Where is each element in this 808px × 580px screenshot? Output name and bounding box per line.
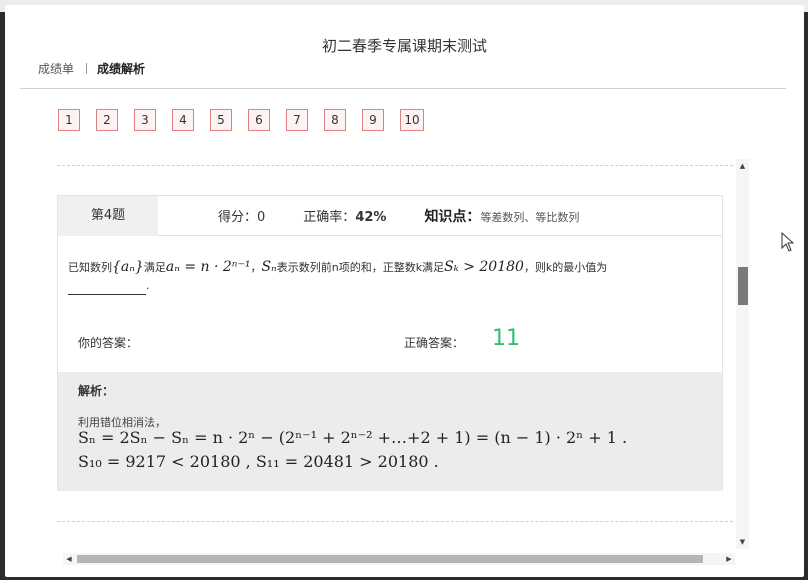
tab-divider [86, 63, 88, 74]
mouse-cursor-icon [781, 232, 795, 252]
dashed-divider-top [57, 165, 733, 166]
accuracy-info: 正确率：42% [303, 206, 386, 225]
analysis-equation-1: Sₙ = 2Sₙ − Sₙ = n · 2ⁿ − (2ⁿ⁻¹ + 2ⁿ⁻² +…… [78, 428, 628, 447]
scroll-up-icon[interactable]: ▲ [736, 159, 749, 173]
horizontal-scroll-thumb[interactable] [77, 555, 703, 563]
question-stem: 已知数列{aₙ}满足aₙ = n · 2ⁿ⁻¹，Sₙ表示数列前n项的和，正整数k… [68, 258, 714, 295]
question-nav: 1 2 3 4 5 6 7 8 9 10 [58, 109, 440, 131]
question-nav-button-7[interactable]: 7 [286, 109, 308, 131]
question-nav-button-2[interactable]: 2 [96, 109, 118, 131]
stem-math-1: {aₙ} [112, 259, 144, 275]
scroll-left-icon[interactable]: ◀ [63, 553, 75, 565]
answer-blank [68, 283, 146, 295]
scroll-down-icon[interactable]: ▼ [736, 535, 749, 549]
score-label: 得分： [218, 210, 258, 225]
question-nav-button-3[interactable]: 3 [134, 109, 156, 131]
vertical-scroll-thumb[interactable] [738, 267, 748, 305]
correct-answer-label: 正确答案： [404, 336, 465, 350]
knowledge-point: 知识点：等差数列、等比数列 [424, 206, 579, 226]
stem-text-1: 已知数列 [68, 261, 112, 274]
horizontal-scrollbar[interactable]: ◀ ▶ [63, 553, 735, 565]
question-nav-button-10[interactable]: 10 [400, 109, 424, 131]
stem-math-3: Sₙ [261, 259, 277, 275]
tab-score-sheet[interactable]: 成绩单 [38, 60, 74, 77]
question-header: 第4题 得分：0 正确率：42% 知识点：等差数列、等比数列 [58, 195, 722, 236]
answer-row: 你的答案： 正确答案： 11 [78, 326, 722, 358]
accuracy-value: 42% [355, 210, 387, 225]
question-scroll-area[interactable]: 第4题 得分：0 正确率：42% 知识点：等差数列、等比数列 已知数列{aₙ}满… [55, 155, 733, 545]
modal-title: 初二春季专属课期末测试 [321, 37, 487, 55]
question-card: 第4题 得分：0 正确率：42% 知识点：等差数列、等比数列 已知数列{aₙ}满… [57, 195, 723, 491]
stem-math-2: aₙ = n · 2ⁿ⁻¹ [165, 259, 251, 275]
your-answer-label: 你的答案： [78, 336, 139, 350]
tab-bar: 成绩单 成绩解析 [38, 60, 145, 77]
question-nav-button-9[interactable]: 9 [362, 109, 384, 131]
stem-text-6: . [146, 279, 150, 292]
question-nav-button-5[interactable]: 5 [210, 109, 232, 131]
stem-text-4: 表示数列前n项的和，正整数k满足 [276, 261, 445, 274]
question-nav-button-4[interactable]: 4 [172, 109, 194, 131]
stem-text-5: ，则k的最小值为 [523, 261, 608, 274]
stem-math-4: Sₖ > 20180 [444, 259, 524, 275]
tab-score-analysis[interactable]: 成绩解析 [97, 60, 145, 77]
analysis-title: 解析： [78, 384, 115, 398]
header-divider [20, 88, 786, 89]
stem-text-2: 满足 [143, 261, 166, 274]
knowledge-label: 知识点： [424, 208, 481, 225]
stem-text-3: ， [250, 261, 262, 274]
analysis-panel: 解析： 利用错位相消法， Sₙ = 2Sₙ − Sₙ = n · 2ⁿ − (2… [58, 372, 722, 491]
analysis-equation-2: S₁₀ = 9217 < 20180 , S₁₁ = 20481 > 20180… [78, 452, 439, 471]
score-info: 得分：0 [218, 206, 265, 225]
correct-answer-value: 11 [492, 326, 520, 351]
dashed-divider-bottom [57, 521, 733, 522]
question-nav-button-1[interactable]: 1 [58, 109, 80, 131]
vertical-scrollbar[interactable]: ▲ ▼ [736, 159, 749, 549]
score-value: 0 [257, 210, 266, 225]
question-nav-button-8[interactable]: 8 [324, 109, 346, 131]
question-nav-button-6[interactable]: 6 [248, 109, 270, 131]
knowledge-value: 等差数列、等比数列 [480, 210, 580, 224]
score-analysis-modal: 初二春季专属课期末测试 成绩单 成绩解析 1 2 3 4 5 6 7 8 9 1… [5, 5, 804, 577]
question-number: 第4题 [58, 195, 158, 236]
accuracy-label: 正确率： [303, 210, 356, 225]
scroll-right-icon[interactable]: ▶ [723, 553, 735, 565]
